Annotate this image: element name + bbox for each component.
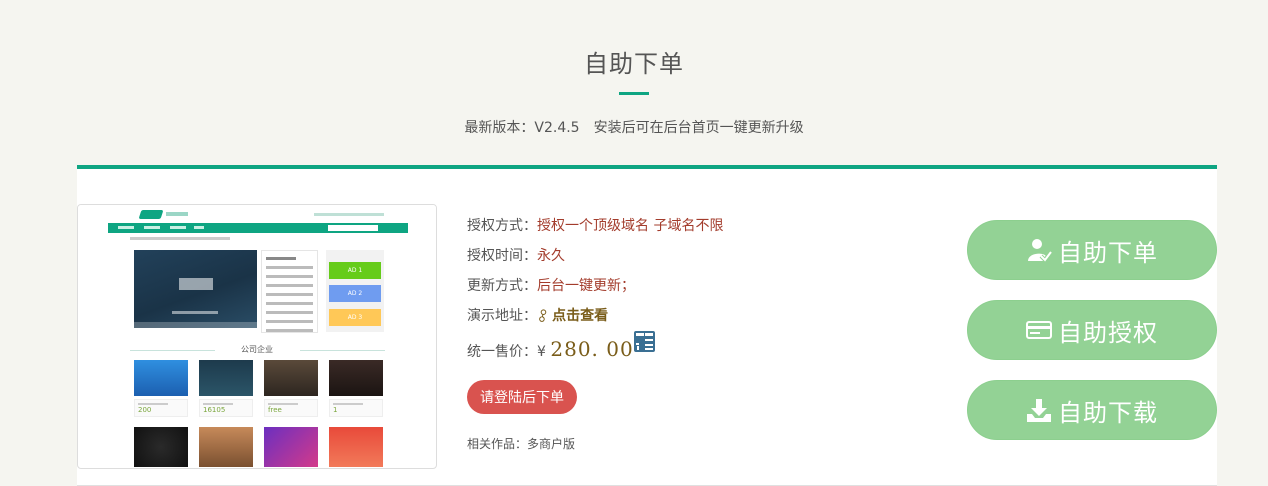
preview-thumb [264, 427, 318, 467]
preview-logo [138, 210, 164, 219]
preview-price: 1 [333, 406, 338, 414]
auth-time-row: 授权时间：永久 [467, 245, 565, 265]
calculator-icon[interactable] [634, 331, 655, 352]
version-line: 最新版本：V2.4.5 安装后可在后台首页一键更新升级 [0, 117, 1268, 137]
self-download-label: 自助下载 [1058, 398, 1158, 427]
preview-price: 16105 [203, 406, 226, 414]
related-works: 相关作品：多商户版 [467, 437, 576, 451]
update-row: 更新方式：后台一键更新； [467, 275, 635, 295]
preview-ad: AD 2 [329, 285, 381, 302]
preview-thumb-info: free [264, 399, 318, 417]
preview-section-title: 公司企业 [241, 345, 273, 354]
preview-search [328, 225, 378, 231]
preview-thumb [199, 427, 253, 467]
preview-thumb-info: 16105 [199, 399, 253, 417]
version-text: 最新版本：V2.4.5 [464, 120, 580, 136]
demo-label: 演示地址： [467, 308, 537, 324]
preview-price: free [268, 406, 282, 414]
update-label: 更新方式： [467, 278, 537, 294]
preview-thumb-info: 1 [329, 399, 383, 417]
preview-thumb [199, 360, 253, 396]
preview-ad: AD 1 [329, 262, 381, 279]
preview-thumb [264, 360, 318, 396]
self-order-label: 自助下单 [1058, 238, 1158, 267]
preview-header [78, 205, 436, 221]
self-authorize-button[interactable]: 自助授权 [967, 300, 1217, 360]
card-icon [1026, 321, 1052, 339]
preview-thumb [329, 427, 383, 467]
self-authorize-label: 自助授权 [1058, 318, 1158, 347]
auth-method-label: 授权方式： [467, 218, 537, 234]
price-row: 统一售价：¥ 280. 00 [467, 331, 655, 361]
product-card: AD 1 AD 2 AD 3 公司企业 200 16105 free 1 授权方… [77, 165, 1217, 486]
preview-ad: AD 3 [329, 309, 381, 326]
preview-thumb [134, 360, 188, 396]
preview-thumb [329, 360, 383, 396]
self-order-button[interactable]: 自助下单 [967, 220, 1217, 280]
auth-method-row: 授权方式：授权一个顶级域名 子域名不限 [467, 215, 723, 235]
preview-thumb [134, 427, 188, 467]
preview-top-links [314, 213, 384, 216]
auth-time-label: 授权时间： [467, 248, 537, 264]
preview-ads: AD 1 AD 2 AD 3 [326, 250, 384, 332]
update-value: 后台一键更新； [537, 278, 635, 294]
price-label: 统一售价： [467, 344, 537, 360]
preview-price: 200 [138, 406, 152, 414]
product-preview-image: AD 1 AD 2 AD 3 公司企业 200 16105 free 1 [77, 204, 437, 469]
demo-link[interactable]: 点击查看 [552, 308, 608, 324]
preview-breadcrumb [130, 237, 230, 240]
user-check-icon [1028, 239, 1052, 263]
currency-symbol: ¥ [537, 344, 546, 360]
self-download-button[interactable]: 自助下载 [967, 380, 1217, 440]
page-title: 自助下单 [584, 50, 684, 78]
demo-row: 演示地址：☍点击查看 [467, 305, 608, 327]
update-note: 安装后可在后台首页一键更新升级 [593, 120, 804, 136]
title-underline [619, 92, 649, 95]
price-value: 280. 00 [550, 337, 634, 361]
download-tray-icon [1027, 399, 1051, 422]
preview-banner [134, 250, 257, 328]
login-to-order-button[interactable]: 请登陆后下单 [467, 380, 577, 414]
auth-method-value: 授权一个顶级域名 子域名不限 [537, 218, 724, 234]
auth-time-value: 永久 [537, 248, 565, 264]
preview-thumb-info: 200 [134, 399, 188, 417]
preview-logo-text [166, 212, 188, 216]
preview-news-list [261, 250, 318, 333]
